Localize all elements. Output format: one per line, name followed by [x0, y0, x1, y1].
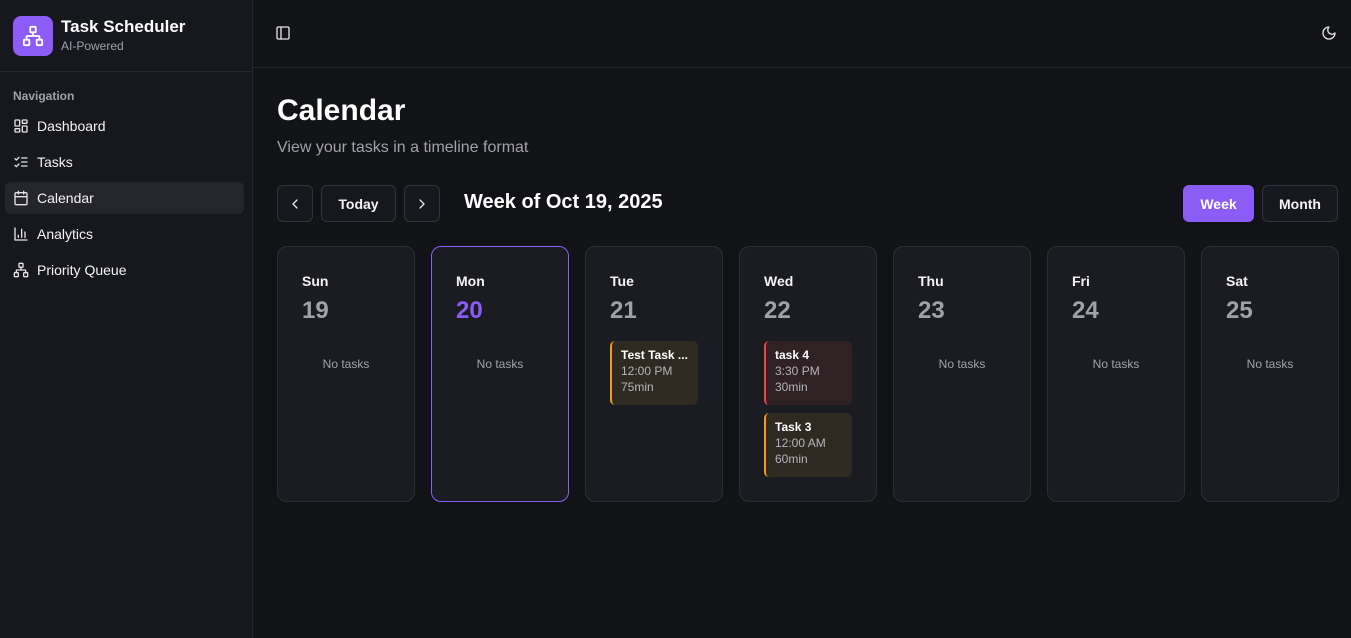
sidebar: Task Scheduler AI-Powered Navigation Das… — [0, 0, 253, 638]
calendar-toolbar: Today Week of Oct 19, 2025 Week Month — [277, 185, 1338, 222]
day-number: 24 — [1072, 297, 1099, 324]
task-duration: 60min — [775, 452, 808, 466]
day-column-sat[interactable]: Sat 25 No tasks — [1201, 246, 1339, 502]
task-title: task 4 — [775, 348, 810, 362]
page-title: Calendar — [277, 94, 406, 127]
day-name: Wed — [764, 273, 794, 289]
day-column-tue[interactable]: Tue 21 Test Task ... 12:00 PM 75min — [585, 246, 723, 502]
day-number: 22 — [764, 297, 791, 324]
page-subtitle: View your tasks in a timeline format — [277, 139, 529, 156]
sidebar-item-dashboard[interactable]: Dashboard — [5, 110, 244, 142]
month-view-button[interactable]: Month — [1262, 185, 1338, 222]
day-name: Mon — [456, 273, 485, 289]
empty-state: No tasks — [1246, 357, 1294, 371]
task-time: 12:00 AM — [775, 436, 826, 450]
empty-state: No tasks — [476, 357, 524, 371]
empty-state: No tasks — [322, 357, 370, 371]
empty-state: No tasks — [1092, 357, 1140, 371]
sidebar-item-tasks[interactable]: Tasks — [5, 146, 244, 178]
network-logo-icon — [13, 15, 53, 56]
sidebar-item-analytics[interactable]: Analytics — [5, 218, 244, 250]
nav-section-label: Navigation — [13, 89, 75, 103]
task-card[interactable]: Test Task ... 12:00 PM 75min — [610, 341, 698, 405]
week-label: Week of Oct 19, 2025 — [464, 191, 663, 213]
sidebar-item-label: Priority Queue — [37, 262, 127, 278]
day-column-mon[interactable]: Mon 20 No tasks — [431, 246, 569, 502]
sidebar-toggle-icon[interactable] — [275, 25, 291, 41]
task-duration: 30min — [775, 380, 808, 394]
day-column-wed[interactable]: Wed 22 task 4 3:30 PM 30min Task 3 12:00… — [739, 246, 877, 502]
calendar-icon — [13, 190, 29, 206]
day-column-fri[interactable]: Fri 24 No tasks — [1047, 246, 1185, 502]
empty-state: No tasks — [938, 357, 986, 371]
app-title: Task Scheduler — [61, 17, 186, 36]
sidebar-item-label: Tasks — [37, 154, 73, 170]
day-name: Sat — [1226, 273, 1248, 289]
topbar — [253, 0, 1351, 68]
task-time: 12:00 PM — [621, 364, 673, 378]
sidebar-nav: Dashboard Tasks Calendar Analytics Prior… — [5, 110, 244, 290]
day-name: Fri — [1072, 273, 1090, 289]
dashboard-icon — [13, 118, 29, 134]
task-card[interactable]: task 4 3:30 PM 30min — [764, 341, 852, 405]
next-week-button[interactable] — [404, 185, 440, 222]
list-checks-icon — [13, 154, 29, 170]
network-icon — [13, 262, 29, 278]
day-column-thu[interactable]: Thu 23 No tasks — [893, 246, 1031, 502]
bar-chart-icon — [13, 226, 29, 242]
today-button[interactable]: Today — [321, 185, 396, 222]
previous-week-button[interactable] — [277, 185, 313, 222]
chevron-left-icon — [292, 198, 298, 209]
day-column-sun[interactable]: Sun 19 No tasks — [277, 246, 415, 502]
chevron-right-icon — [419, 198, 425, 209]
day-number: 23 — [918, 297, 945, 324]
moon-icon[interactable] — [1321, 25, 1337, 41]
week-grid: Sun 19 No tasks Mon 20 No tasks Tue 21 T… — [277, 246, 1339, 502]
day-name: Sun — [302, 273, 329, 289]
week-view-button[interactable]: Week — [1183, 185, 1254, 222]
sidebar-item-calendar[interactable]: Calendar — [5, 182, 244, 214]
sidebar-item-label: Calendar — [37, 190, 94, 206]
task-title: Test Task ... — [621, 348, 688, 362]
sidebar-item-priority-queue[interactable]: Priority Queue — [5, 254, 244, 286]
app-subtitle: AI-Powered — [61, 39, 124, 53]
day-number: 20 — [456, 297, 483, 324]
task-duration: 75min — [621, 380, 654, 394]
day-number: 25 — [1226, 297, 1253, 324]
brand: Task Scheduler AI-Powered — [0, 0, 252, 72]
task-card[interactable]: Task 3 12:00 AM 60min — [764, 413, 852, 477]
day-number: 19 — [302, 297, 329, 324]
task-time: 3:30 PM — [775, 364, 820, 378]
day-name: Tue — [610, 273, 634, 289]
task-title: Task 3 — [775, 420, 812, 434]
day-name: Thu — [918, 273, 944, 289]
sidebar-item-label: Dashboard — [37, 118, 106, 134]
sidebar-item-label: Analytics — [37, 226, 94, 242]
day-number: 21 — [610, 297, 637, 324]
